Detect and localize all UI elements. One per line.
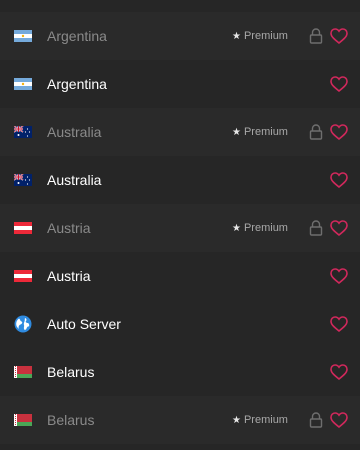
favorite-heart-icon[interactable] — [330, 316, 348, 332]
favorite-heart-icon[interactable] — [330, 268, 348, 284]
premium-label: Premium — [243, 30, 288, 42]
favorite-heart-icon[interactable] — [330, 76, 348, 92]
server-row-argentina-premium[interactable]: Argentina ★ Premium — [0, 12, 360, 60]
premium-badge: ★ Premium — [232, 126, 288, 138]
premium-label: Premium — [243, 222, 288, 234]
premium-badge: ★ Premium — [232, 414, 288, 426]
belarus-flag-icon — [14, 366, 32, 378]
server-name: Argentina — [47, 76, 107, 92]
server-name: Austria — [47, 268, 91, 284]
server-list: Argentina ★ Premium Argentina Australia … — [0, 0, 360, 450]
server-name: Belarus — [47, 364, 95, 380]
star-icon: ★ — [232, 126, 241, 138]
belarus-flag-icon — [14, 414, 32, 426]
lock-icon — [309, 124, 323, 140]
premium-label: Premium — [243, 126, 288, 138]
australia-flag-icon — [14, 174, 32, 186]
favorite-heart-icon[interactable] — [330, 28, 348, 44]
favorite-heart-icon[interactable] — [330, 124, 348, 140]
star-icon: ★ — [232, 30, 241, 42]
favorite-heart-icon[interactable] — [330, 220, 348, 236]
star-icon: ★ — [232, 222, 241, 234]
premium-label: Premium — [243, 414, 288, 426]
server-row-belarus-premium[interactable]: Belarus ★ Premium — [0, 396, 360, 444]
premium-badge: ★ Premium — [232, 222, 288, 234]
argentina-flag-icon — [14, 30, 32, 42]
server-row-australia[interactable]: Australia — [0, 156, 360, 204]
austria-flag-icon — [14, 222, 32, 234]
server-name: Belarus — [47, 412, 95, 428]
server-row-belarus[interactable]: Belarus — [0, 348, 360, 396]
server-name: Australia — [47, 172, 102, 188]
australia-flag-icon — [14, 126, 32, 138]
lock-icon — [309, 220, 323, 236]
server-name: Australia — [47, 124, 102, 140]
server-row-argentina[interactable]: Argentina — [0, 60, 360, 108]
favorite-heart-icon[interactable] — [330, 364, 348, 380]
lock-icon — [309, 412, 323, 428]
premium-badge: ★ Premium — [232, 30, 288, 42]
austria-flag-icon — [14, 270, 32, 282]
favorite-heart-icon[interactable] — [330, 172, 348, 188]
server-name: Auto Server — [47, 316, 121, 332]
lock-icon — [309, 28, 323, 44]
star-icon: ★ — [232, 414, 241, 426]
server-row-austria-premium[interactable]: Austria ★ Premium — [0, 204, 360, 252]
argentina-flag-icon — [14, 78, 32, 90]
server-row-auto-server[interactable]: Auto Server — [0, 300, 360, 348]
favorite-heart-icon[interactable] — [330, 412, 348, 428]
server-row-austria[interactable]: Austria — [0, 252, 360, 300]
server-name: Argentina — [47, 28, 107, 44]
server-name: Austria — [47, 220, 91, 236]
globe-icon — [14, 315, 32, 333]
server-row-australia-premium[interactable]: Australia ★ Premium — [0, 108, 360, 156]
